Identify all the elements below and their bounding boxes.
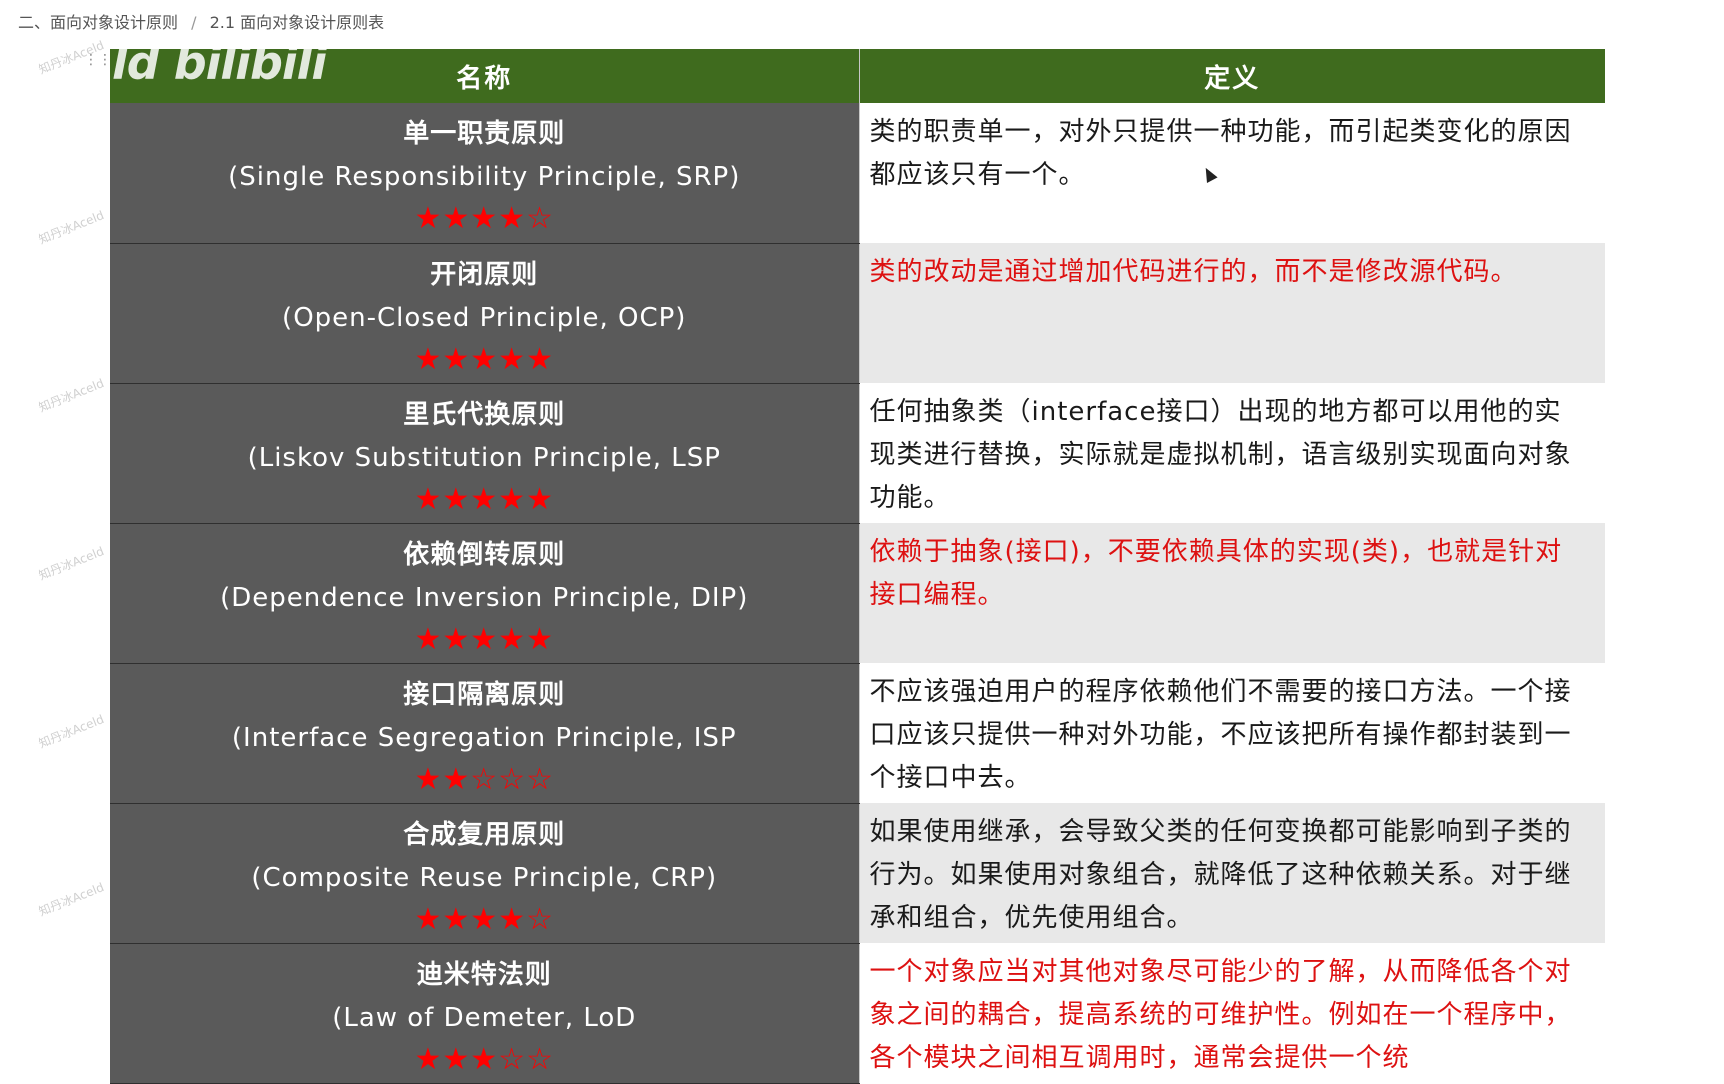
breadcrumb-page[interactable]: 2.1 面向对象设计原则表 <box>210 13 385 32</box>
star-rating: ★★★★★ <box>414 341 554 377</box>
principle-definition: 类的职责单一，对外只提供一种功能，而引起类变化的原因都应该只有一个。 <box>859 103 1605 243</box>
principle-definition: 任何抽象类（interface接口）出现的地方都可以用他的实现类进行替换，实际就… <box>859 383 1605 523</box>
star-rating: ★★★★★ <box>414 481 554 517</box>
watermark: 知丹冰Aceld <box>36 376 106 415</box>
table-row: 单一职责原则 (Single Responsibility Principle, … <box>110 103 1605 244</box>
header-name: 名称 <box>110 49 860 103</box>
principle-definition: 类的改动是通过增加代码进行的，而不是修改源代码。 <box>859 243 1605 383</box>
breadcrumb-section[interactable]: 二、面向对象设计原则 <box>18 13 178 32</box>
drag-handle-icon[interactable]: ⋮⋮ <box>84 52 112 68</box>
watermark: 知丹冰Aceld <box>36 208 106 247</box>
principle-definition: 如果使用继承，会导致父类的任何变换都可能影响到子类的行为。如果使用对象组合，就降… <box>859 803 1605 943</box>
table-row: 迪米特法则 (Law of Demeter, LoD ★★★☆☆ 一个对象应当对其他对… <box>110 943 1605 1084</box>
principle-name-en: (Open-Closed Principle, OCP) <box>282 302 687 333</box>
principle-name-en: (Liskov Substitution Principle, LSP <box>247 442 721 473</box>
star-rating: ★★★★☆ <box>414 201 554 236</box>
table-row: 依赖倒转原则 (Dependence Inversion Principle, D… <box>110 523 1605 664</box>
watermark: 知丹冰Aceld <box>36 544 106 583</box>
principle-name-cell: 合成复用原则 (Composite Reuse Principle, CRP) ★★… <box>110 803 860 944</box>
principle-name-cell: 迪米特法则 (Law of Demeter, LoD ★★★☆☆ <box>110 943 860 1084</box>
principle-name-cn: 接口隔离原则 <box>403 679 566 710</box>
principle-name-en: (Composite Reuse Principle, CRP) <box>251 862 718 893</box>
principle-name-cn: 开闭原则 <box>430 259 539 290</box>
watermark: 知丹冰Aceld <box>36 712 106 751</box>
principle-definition: 不应该强迫用户的程序依赖他们不需要的接口方法。一个接口应该只提供一种对外功能，不… <box>859 663 1605 803</box>
breadcrumb-separator: / <box>191 13 197 32</box>
principle-name-cell: 开闭原则 (Open-Closed Principle, OCP) ★★★★★ <box>110 243 860 384</box>
principle-name-en: (Law of Demeter, LoD <box>332 1002 637 1033</box>
principles-table: 名称 定义 单一职责原则 (Single Responsibility Princ… <box>110 49 1605 1084</box>
star-rating: ★★★☆☆ <box>414 1041 554 1077</box>
star-rating: ★★★★★ <box>414 621 554 657</box>
principle-name-en: (Dependence Inversion Principle, DIP) <box>220 582 749 613</box>
principle-definition: 依赖于抽象(接口)，不要依赖具体的实现(类)，也就是针对接口编程。 <box>859 523 1605 663</box>
table-row: 里氏代换原则 (Liskov Substitution Principle, LS… <box>110 383 1605 524</box>
table-header-row: 名称 定义 <box>110 49 1605 103</box>
principle-name-cell: 依赖倒转原则 (Dependence Inversion Principle, D… <box>110 523 860 664</box>
watermark: 知丹冰Aceld <box>36 880 106 919</box>
principle-name-en: (Interface Segregation Principle, ISP <box>231 722 737 753</box>
header-definition: 定义 <box>859 49 1605 103</box>
table-row: 开闭原则 (Open-Closed Principle, OCP) ★★★★★ 类的改… <box>110 243 1605 384</box>
principle-name-en: (Single Responsibility Principle, SRP) <box>228 162 741 192</box>
table-row: 接口隔离原则 (Interface Segregation Principle, … <box>110 663 1605 804</box>
principle-name-cn: 里氏代换原则 <box>403 399 566 430</box>
star-rating: ★★★★☆ <box>414 901 554 937</box>
principle-name-cn: 迪米特法则 <box>416 959 552 990</box>
principle-name-cell: 接口隔离原则 (Interface Segregation Principle, … <box>110 663 860 804</box>
principle-name-cn: 单一职责原则 <box>403 119 566 149</box>
principle-name-cn: 合成复用原则 <box>403 819 566 850</box>
principle-definition: 一个对象应当对其他对象尽可能少的了解，从而降低各个对象之间的耦合，提高系统的可维… <box>859 943 1605 1083</box>
table-row: 合成复用原则 (Composite Reuse Principle, CRP) ★★… <box>110 803 1605 944</box>
principle-name-cell: 里氏代换原则 (Liskov Substitution Principle, LS… <box>110 383 860 524</box>
principle-name-cell: 单一职责原则 (Single Responsibility Principle, … <box>110 103 860 244</box>
breadcrumb: 二、面向对象设计原则 / 2.1 面向对象设计原则表 <box>18 9 384 33</box>
principle-name-cn: 依赖倒转原则 <box>403 539 566 570</box>
star-rating: ★★☆☆☆ <box>414 761 554 797</box>
